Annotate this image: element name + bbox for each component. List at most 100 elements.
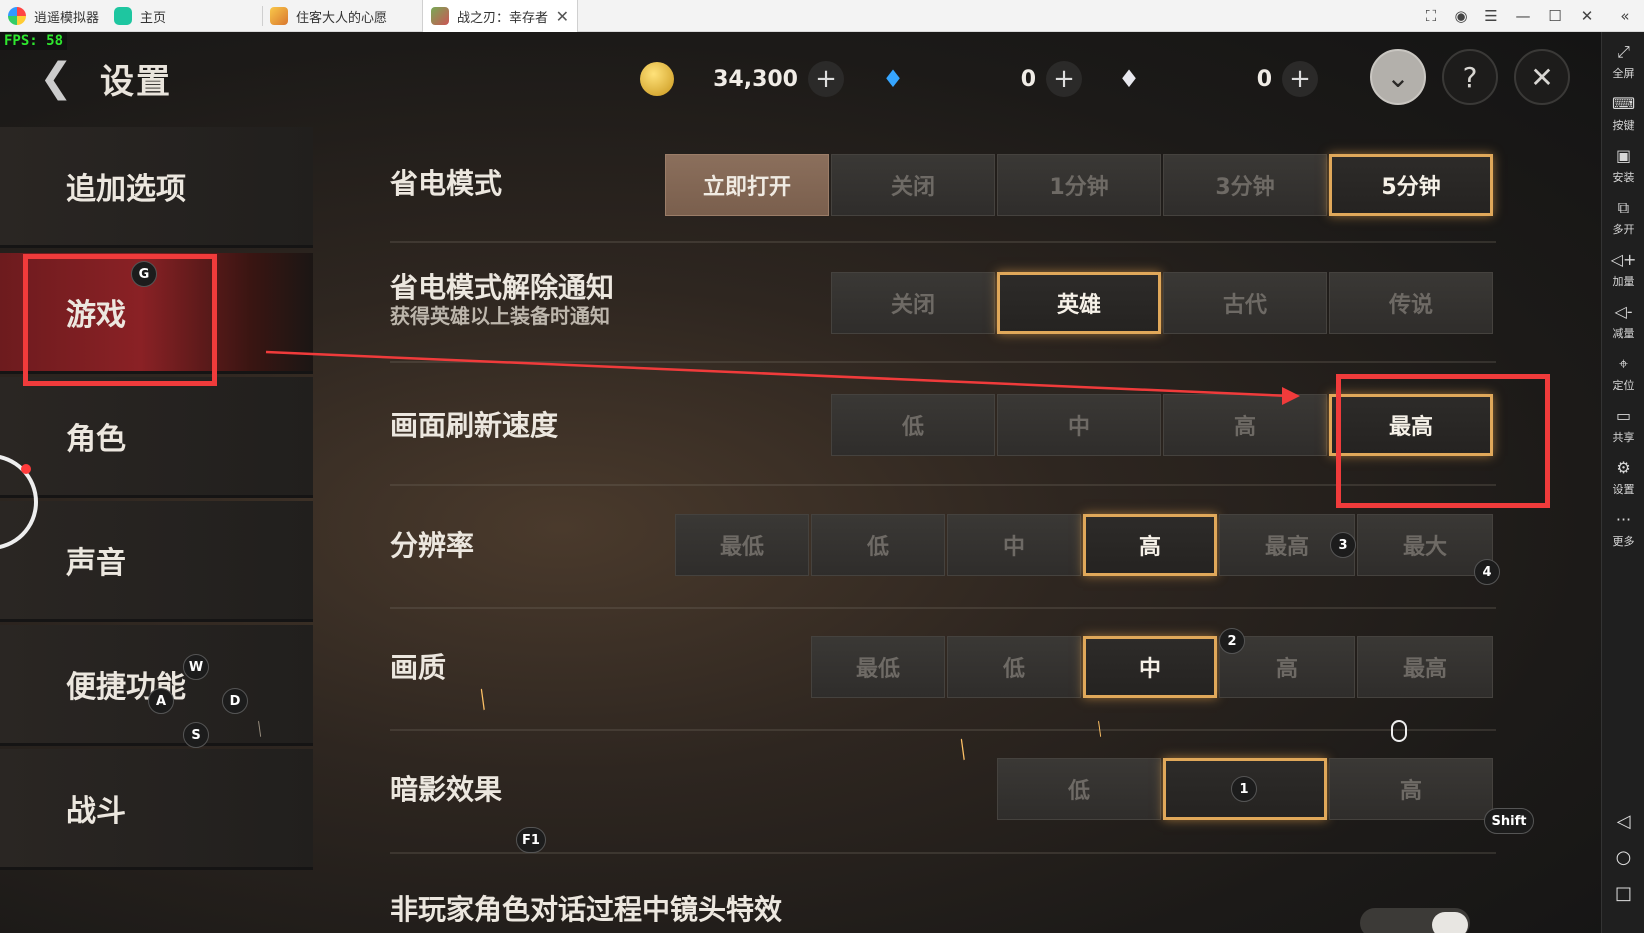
help-button[interactable]: ? [1442, 49, 1498, 105]
refresh-option-high[interactable]: 高 [1163, 394, 1327, 456]
resolution-option-high[interactable]: 高 [1083, 514, 1217, 576]
diamond-amount: 0 [1256, 66, 1272, 92]
row-divider [390, 852, 1496, 854]
emulator-logo-icon [8, 7, 26, 25]
account-icon[interactable]: ◉ [1446, 0, 1476, 32]
resolution-option-max[interactable]: 最大 [1357, 514, 1493, 576]
back-button[interactable]: ❮ [24, 46, 88, 110]
sidebar-item-label: 按键 [1612, 119, 1635, 132]
tab-home[interactable]: 主页 [106, 0, 246, 32]
row-divider [390, 361, 1496, 363]
menu-item-battle[interactable]: 战斗 [0, 749, 313, 870]
refresh-option-mid[interactable]: 中 [997, 394, 1161, 456]
menu-item-extra-options[interactable]: 追加选项 [0, 127, 313, 248]
sidebar-item-share[interactable]: ▭ 共享 [1602, 402, 1644, 450]
gem-currency: ♦ 0 + [876, 58, 1082, 100]
resolution-option-low[interactable]: 低 [811, 514, 945, 576]
row-divider [390, 484, 1496, 486]
power-saving-option-3min[interactable]: 3分钟 [1163, 154, 1327, 216]
settings-category-menu: 追加选项 游戏 角色 声音 便捷功能 战斗 [0, 127, 313, 933]
minimize-icon[interactable]: — [1508, 0, 1538, 32]
sidebar-item-location[interactable]: ⌖ 定位 [1602, 350, 1644, 398]
annotation-box-refresh-max [1336, 374, 1550, 508]
tab-home-label: 主页 [140, 10, 167, 26]
notify-option-hero[interactable]: 英雄 [997, 272, 1161, 334]
notify-option-legend[interactable]: 传说 [1329, 272, 1493, 334]
collapse-sidebar-icon[interactable]: « [1610, 0, 1640, 32]
close-tab-icon[interactable]: ✕ [556, 7, 569, 26]
menu-item-character[interactable]: 角色 [0, 377, 313, 498]
sidebar-item-label: 加量 [1612, 275, 1635, 288]
android-recents-button[interactable]: □ [1602, 878, 1644, 908]
key-badge-4: 4 [1474, 559, 1500, 585]
home-icon [114, 7, 132, 25]
close-window-icon[interactable]: ✕ [1572, 0, 1602, 32]
game-viewport: FPS: 58 ❮ 设置 34,300 + ♦ 0 + ♦ 0 + ⌄ ? ✕ … [0, 32, 1601, 933]
resolution-option-lowest[interactable]: 最低 [675, 514, 809, 576]
sidebar-item-settings[interactable]: ⚙ 设置 [1602, 454, 1644, 502]
screenshot-icon[interactable]: ⛶ [1416, 0, 1446, 32]
gem-amount: 0 [1020, 66, 1036, 92]
quality-option-lowest[interactable]: 最低 [811, 636, 945, 698]
row-divider [390, 241, 1496, 243]
sidebar-item-install[interactable]: ▣ 安装 [1602, 142, 1644, 190]
quality-option-low[interactable]: 低 [947, 636, 1081, 698]
quality-option-highest[interactable]: 最高 [1357, 636, 1493, 698]
recents-square-icon: □ [1614, 882, 1632, 904]
shadow-option-high[interactable]: 高 [1329, 758, 1493, 820]
tab-game-wish[interactable]: 住客大人的心愿 [262, 0, 422, 32]
menu-item-sound[interactable]: 声音 [0, 501, 313, 622]
power-saving-option-now[interactable]: 立即打开 [665, 154, 829, 216]
sidebar-item-label: 全屏 [1612, 67, 1635, 80]
add-gem-button[interactable]: + [1046, 61, 1082, 97]
settings-header: ❮ 设置 34,300 + ♦ 0 + ♦ 0 + ⌄ ? ✕ [0, 32, 1601, 124]
tab-emulator-label: 逍遥模拟器 [34, 10, 100, 26]
blue-gem-icon: ♦ [882, 65, 904, 93]
sidebar-item-volume-up[interactable]: ◁+ 加量 [1602, 246, 1644, 294]
shadow-label: 暗影效果 [390, 773, 503, 806]
spark-particle: ╱ [953, 738, 973, 761]
npc-camera-label: 非玩家角色对话过程中镜头特效 [390, 893, 783, 926]
menu-item-label: 角色 [66, 422, 126, 457]
fullscreen-icon: ⤢ [1617, 42, 1630, 61]
sidebar-item-multi[interactable]: ⧉ 多开 [1602, 194, 1644, 242]
sidebar-item-label: 更多 [1612, 535, 1635, 548]
emulator-titlebar: 逍遥模拟器 主页 住客大人的心愿 战之刃：幸存者 ✕ ⛶ ◉ ☰ — ☐ ✕ « [0, 0, 1644, 32]
android-home-button[interactable]: ○ [1602, 842, 1644, 872]
power-saving-option-1min[interactable]: 1分钟 [997, 154, 1161, 216]
more-icon: ··· [1615, 510, 1632, 529]
menu-icon[interactable]: ☰ [1476, 0, 1506, 32]
sidebar-item-label: 定位 [1612, 379, 1635, 392]
maximize-icon[interactable]: ☐ [1540, 0, 1570, 32]
power-saving-option-off[interactable]: 关闭 [831, 154, 995, 216]
add-gold-button[interactable]: + [808, 61, 844, 97]
notify-option-ancient[interactable]: 古代 [1163, 272, 1327, 334]
sidebar-item-more[interactable]: ··· 更多 [1602, 506, 1644, 554]
android-back-button[interactable]: ◁ [1602, 806, 1644, 836]
sidebar-item-fullscreen[interactable]: ⤢ 全屏 [1602, 38, 1644, 86]
row-divider [390, 729, 1496, 731]
annotation-box-game-menu [23, 254, 217, 386]
diamond-currency: ♦ 0 + [1112, 58, 1318, 100]
resolution-option-mid[interactable]: 中 [947, 514, 1081, 576]
add-diamond-button[interactable]: + [1282, 61, 1318, 97]
quality-option-mid[interactable]: 中 [1083, 636, 1217, 698]
key-badge-d: D [222, 688, 248, 714]
game-app-icon [270, 7, 288, 25]
shared-folder-icon: ▭ [1615, 406, 1632, 425]
spark-particle: ╱ [1092, 721, 1107, 737]
menu-item-convenience[interactable]: 便捷功能 [0, 625, 313, 746]
close-settings-button[interactable]: ✕ [1514, 49, 1570, 105]
sidebar-item-label: 设置 [1612, 483, 1635, 496]
dropdown-button[interactable]: ⌄ [1370, 49, 1426, 105]
tab-game-active[interactable]: 战之刃：幸存者 ✕ [422, 0, 578, 32]
shadow-option-low[interactable]: 低 [997, 758, 1161, 820]
location-pin-icon: ⌖ [1618, 354, 1628, 373]
refresh-option-low[interactable]: 低 [831, 394, 995, 456]
tab-emulator[interactable]: 逍遥模拟器 [0, 0, 100, 32]
sidebar-item-keyboard[interactable]: ⌨ 按键 [1602, 90, 1644, 138]
sidebar-item-volume-down[interactable]: ◁- 减量 [1602, 298, 1644, 346]
notify-option-off[interactable]: 关闭 [831, 272, 995, 334]
key-badge-1: 1 [1231, 776, 1257, 802]
power-saving-option-5min[interactable]: 5分钟 [1329, 154, 1493, 216]
